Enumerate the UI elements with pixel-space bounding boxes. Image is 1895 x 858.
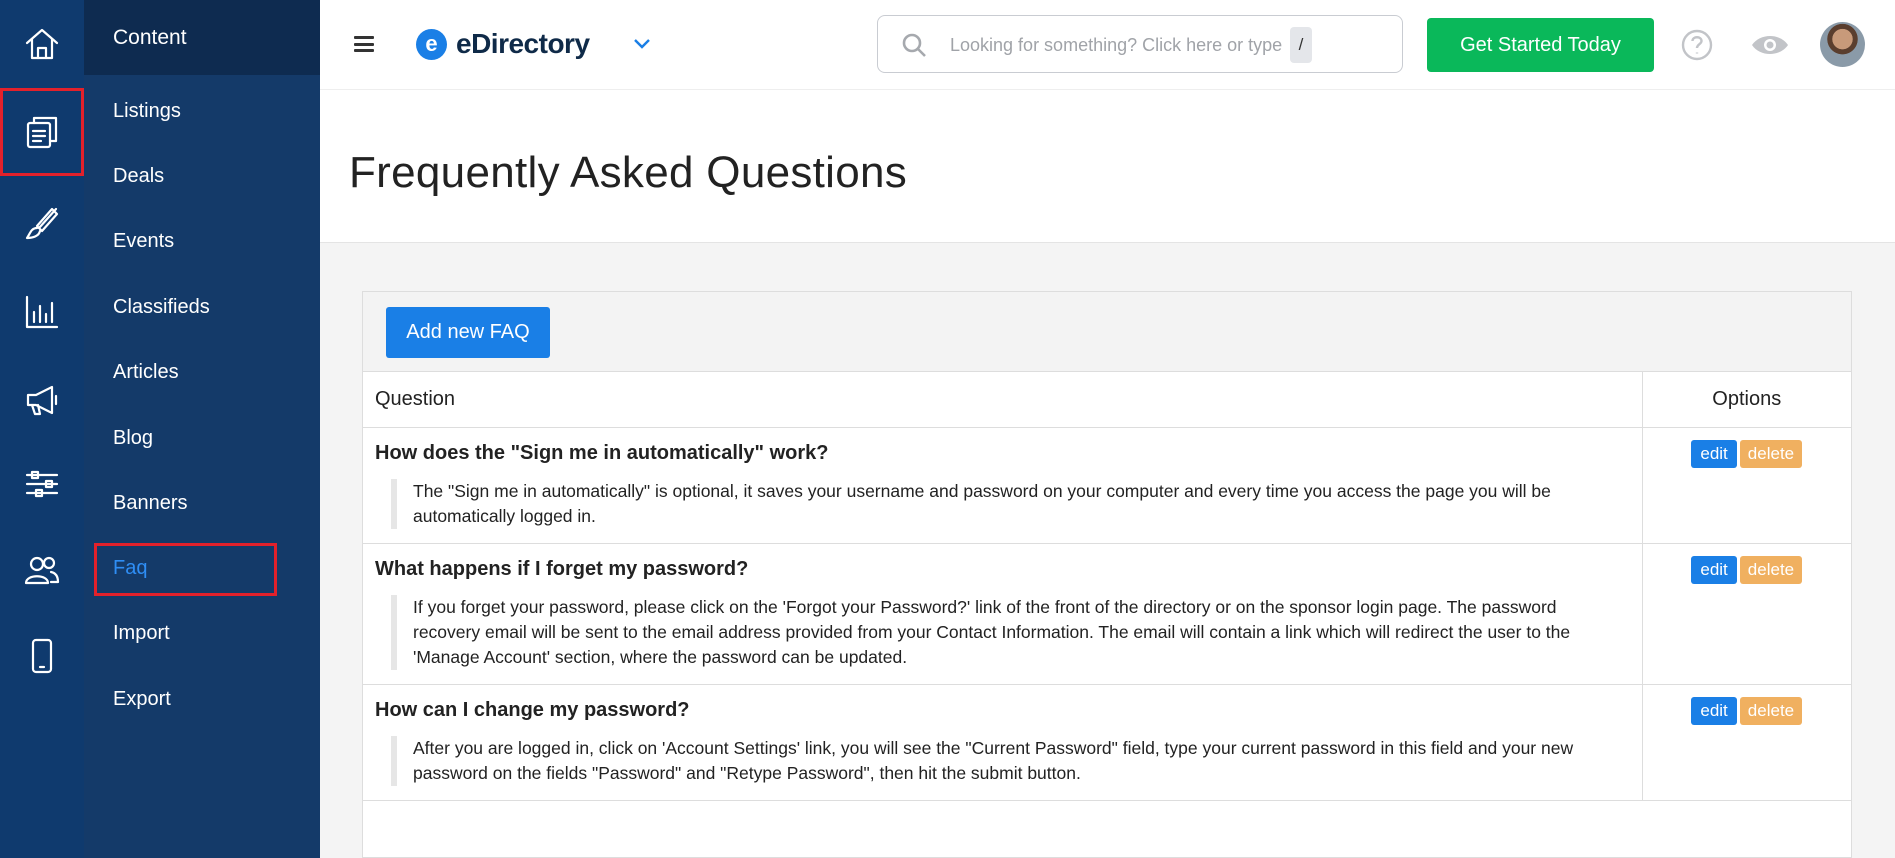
submenu-title: Content [84, 0, 320, 75]
logo-text: eDirectory [456, 28, 590, 59]
submenu-item-articles[interactable]: Articles [113, 361, 179, 384]
get-started-button[interactable]: Get Started Today [1427, 18, 1654, 72]
search-input[interactable]: Looking for something? Click here or typ… [877, 15, 1403, 73]
search-icon [900, 31, 928, 59]
options-cell: edit delete [1641, 427, 1851, 544]
faq-answer: The "Sign me in automatically" is option… [391, 478, 1602, 529]
table-row: How can I change my password? After you … [363, 684, 1851, 801]
delete-button[interactable]: delete [1739, 696, 1803, 725]
faq-answer: If you forget your password, please clic… [391, 594, 1602, 670]
submenu-item-export[interactable]: Export [113, 688, 171, 711]
question-column-header: Question [363, 372, 1642, 428]
delete-button[interactable]: delete [1739, 555, 1803, 584]
preview-eye-icon[interactable] [1750, 30, 1790, 60]
submenu-item-import[interactable]: Import [113, 622, 170, 645]
edirectory-logo[interactable]: e eDirectory [416, 28, 590, 60]
delete-button[interactable]: delete [1739, 439, 1803, 468]
search-shortcut-key: / [1290, 27, 1312, 63]
faq-table: Question Options How does the "Sign me i… [363, 372, 1851, 801]
submenu-item-listings[interactable]: Listings [113, 100, 181, 123]
site-switcher-chevron-down-icon[interactable] [632, 36, 652, 52]
page-title: Frequently Asked Questions [349, 148, 908, 197]
panel-toolbar: Add new FAQ [363, 292, 1851, 372]
submenu-item-deals[interactable]: Deals [113, 165, 164, 188]
options-column-header: Options [1641, 372, 1851, 428]
faq-cell: How can I change my password? After you … [363, 684, 1642, 801]
faq-question: How does the "Sign me in automatically" … [375, 441, 829, 464]
faq-question: What happens if I forget my password? [375, 557, 749, 580]
hamburger-menu-icon[interactable] [354, 36, 374, 52]
submenu-item-blog[interactable]: Blog [113, 427, 153, 450]
megaphone-icon [26, 385, 58, 416]
options-cell: edit delete [1641, 543, 1851, 685]
submenu-item-classifieds[interactable]: Classifieds [113, 296, 210, 319]
edit-button[interactable]: edit [1691, 696, 1737, 725]
faq-question: How can I change my password? [375, 698, 690, 721]
rail-settings[interactable] [0, 440, 84, 528]
rail-accounts[interactable] [0, 526, 84, 614]
rail-content[interactable] [0, 88, 84, 176]
rail-mobile[interactable] [0, 612, 84, 700]
page-header: Frequently Asked Questions [320, 90, 1895, 243]
submenu-item-events[interactable]: Events [113, 230, 174, 253]
top-bar: e eDirectory Looking for something? Clic… [320, 0, 1895, 90]
content-submenu: Content Listings Deals Events Classified… [84, 0, 320, 858]
faq-panel: Add new FAQ Question Options How does th… [362, 291, 1852, 858]
icon-rail [0, 0, 84, 858]
edit-button[interactable]: edit [1691, 555, 1737, 584]
logo-mark: e [416, 28, 447, 60]
table-row: What happens if I forget my password? If… [363, 543, 1851, 685]
rail-design[interactable] [0, 180, 84, 268]
search-placeholder: Looking for something? Click here or typ… [950, 35, 1283, 55]
rail-home[interactable] [0, 0, 84, 88]
home-icon [25, 28, 59, 60]
faq-cell: What happens if I forget my password? If… [363, 543, 1642, 685]
rail-promotion[interactable] [0, 356, 84, 444]
add-faq-button[interactable]: Add new FAQ [386, 307, 550, 358]
mobile-icon [31, 638, 53, 674]
brush-icon [25, 207, 59, 240]
rail-reports[interactable] [0, 268, 84, 356]
table-row: How does the "Sign me in automatically" … [363, 427, 1851, 544]
user-avatar[interactable] [1820, 22, 1865, 67]
faq-cell: How does the "Sign me in automatically" … [363, 427, 1642, 544]
content-icon [26, 116, 58, 149]
table-header-row: Question Options [363, 372, 1851, 428]
faq-highlight-box [94, 543, 277, 596]
faq-answer: After you are logged in, click on 'Accou… [391, 735, 1602, 786]
help-icon[interactable] [1680, 28, 1714, 62]
options-cell: edit delete [1641, 684, 1851, 801]
edit-button[interactable]: edit [1691, 439, 1737, 468]
chart-icon [25, 295, 59, 329]
users-icon [24, 556, 60, 585]
submenu-item-banners[interactable]: Banners [113, 492, 188, 515]
sliders-icon [25, 470, 59, 498]
